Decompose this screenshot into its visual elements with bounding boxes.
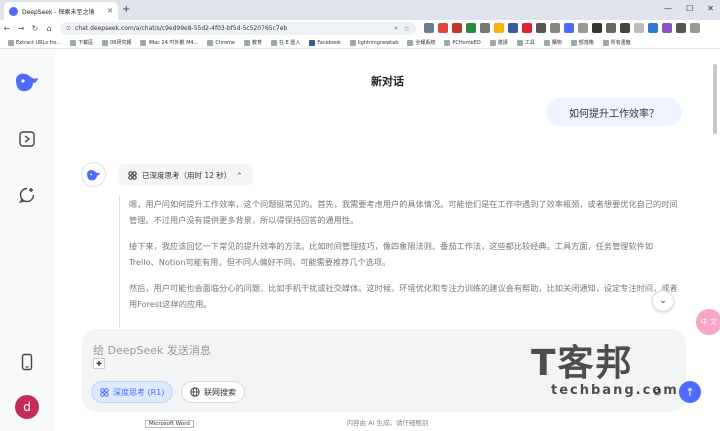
avatar[interactable]: d xyxy=(15,395,39,419)
thinking-paragraph: 接下来，我应该回忆一下常见的提升效率的方法。比如时间管理技巧，像四象限法则、番茄… xyxy=(129,241,654,267)
thinking-content: 嗯，用户问如何提升工作效率，这个问题挺常见的。首先，我需要考虑用户的具体情况。可… xyxy=(119,196,679,328)
message-input[interactable]: 给 DeepSeek 发送消息 xyxy=(93,342,211,358)
bookmark[interactable]: iMac 24 吋外觀 M4... xyxy=(140,39,198,46)
bookmark[interactable]: 購物 xyxy=(543,39,562,46)
bookmarks-bar: Extract URLs fro... 下載區 06研究報 iMac 24 吋外… xyxy=(0,37,720,49)
extension-icon[interactable] xyxy=(648,23,658,33)
minimize-icon[interactable]: — xyxy=(664,4,672,13)
address-bar[interactable]: ⊙ chat.deepseek.com/a/chat/s/c9ed99e8-55… xyxy=(60,22,416,35)
deep-think-label: 深度思考 (R1) xyxy=(113,387,165,397)
extension-icon[interactable] xyxy=(438,23,448,33)
home-icon[interactable]: ⌂ xyxy=(42,24,56,33)
extension-icon[interactable] xyxy=(550,23,560,33)
extension-icon[interactable] xyxy=(452,23,462,33)
avatar-letter: d xyxy=(23,400,31,414)
deepseek-favicon-icon xyxy=(9,6,18,16)
extension-icon[interactable] xyxy=(578,23,588,33)
extension-icon[interactable] xyxy=(480,23,490,33)
scrollbar[interactable] xyxy=(713,64,717,134)
extension-icon[interactable] xyxy=(508,23,518,33)
bookmark[interactable]: Facebook xyxy=(309,39,341,46)
browser-tab[interactable]: DeepSeek - 探索未至之境 ✕ xyxy=(4,2,118,20)
mobile-app-icon[interactable] xyxy=(18,353,36,371)
site-info-icon[interactable]: ⊙ xyxy=(66,25,71,32)
extension-icon[interactable] xyxy=(606,23,616,33)
bookmark[interactable]: 部落格 xyxy=(570,39,594,46)
deep-think-icon xyxy=(100,387,109,397)
translate-extension-button[interactable]: 中 文 xyxy=(696,309,720,335)
close-window-icon[interactable]: ✕ xyxy=(707,4,714,13)
scroll-to-bottom-button[interactable]: ⌄ xyxy=(652,290,674,312)
bookmark[interactable]: PCHomeED xyxy=(444,39,481,46)
chevron-down-icon: ⌄ xyxy=(659,296,667,306)
thinking-label: 已深度思考（用时 12 秒） xyxy=(142,170,232,180)
techbang-watermark: T客邦 techbang.com xyxy=(531,345,707,417)
forward-icon[interactable]: → xyxy=(14,24,28,33)
globe-icon xyxy=(190,387,200,397)
bookmark-star-icon[interactable]: ☆ xyxy=(404,25,410,33)
translate-label: 中 文 xyxy=(700,318,718,326)
extension-icon[interactable] xyxy=(690,23,700,33)
chevron-up-icon: ⌃ xyxy=(236,170,243,180)
watermark-title: T客邦 xyxy=(531,343,634,384)
browser-toolbar: ← → ↻ ⌂ ⊙ chat.deepseek.com/a/chat/s/c9e… xyxy=(0,20,720,37)
bookmark[interactable]: lightningnewtab xyxy=(349,39,398,46)
close-tab-icon[interactable]: ✕ xyxy=(107,7,113,15)
thinking-toggle[interactable]: 已深度思考（用时 12 秒） ⌃ xyxy=(118,164,253,186)
watermark-site: techbang.com xyxy=(551,383,679,398)
add-icon[interactable]: ✚ xyxy=(93,358,105,369)
extension-icon[interactable] xyxy=(424,23,434,33)
deep-think-icon xyxy=(128,170,137,180)
bookmark[interactable]: 所有書籤 xyxy=(602,39,631,46)
search-page-icon[interactable]: ⌕ xyxy=(394,24,398,33)
deep-think-button[interactable]: 深度思考 (R1) xyxy=(91,381,174,403)
extension-icon[interactable] xyxy=(592,23,602,33)
bookmark[interactable]: 邀請 xyxy=(489,39,508,46)
extension-icon[interactable] xyxy=(634,23,644,33)
thinking-paragraph: 嗯，用户问如何提升工作效率，这个问题挺常见的。首先，我需要考虑用户的具体情况。可… xyxy=(129,199,678,225)
chat-history-icon[interactable] xyxy=(18,186,36,204)
bookmark[interactable]: 06研究報 xyxy=(102,39,131,46)
taskbar-tooltip: Microsoft Word xyxy=(145,420,194,428)
user-message-text: 如何提升工作效率？ xyxy=(569,108,659,120)
bookmark[interactable]: Extract URLs fro... xyxy=(8,39,61,46)
extension-icon[interactable] xyxy=(620,23,630,33)
browser-tab-bar: DeepSeek - 探索未至之境 ✕ + — ☐ ✕ xyxy=(0,0,720,20)
deepseek-whale-icon xyxy=(87,169,100,180)
sidebar: d xyxy=(0,50,55,431)
extension-icon[interactable] xyxy=(662,23,672,33)
page-title: 新对话 xyxy=(371,75,404,88)
extensions-area xyxy=(424,23,700,33)
bookmark[interactable]: 在 E 匯入 xyxy=(271,39,300,46)
web-search-button[interactable]: 联网搜索 xyxy=(181,381,245,403)
back-icon[interactable]: ← xyxy=(0,24,14,33)
bookmark[interactable]: 全報系統 xyxy=(407,39,435,46)
thinking-paragraph: 然后，用户可能也会面临分心的问题，比如手机干扰或社交媒体。这时候，环境优化和专注… xyxy=(129,283,678,309)
extension-icon[interactable] xyxy=(536,23,546,33)
deepseek-logo-icon[interactable] xyxy=(13,70,41,94)
web-search-label: 联网搜索 xyxy=(204,387,236,397)
reload-icon[interactable]: ↻ xyxy=(28,24,42,33)
new-tab-button[interactable]: + xyxy=(122,4,130,15)
extension-icon[interactable] xyxy=(564,23,574,33)
extension-icon[interactable] xyxy=(466,23,476,33)
maximize-icon[interactable]: ☐ xyxy=(686,4,693,13)
bookmark[interactable]: Chrome xyxy=(207,39,235,46)
extension-icon[interactable] xyxy=(522,23,532,33)
bookmark[interactable]: 工具 xyxy=(516,39,535,46)
window-controls: — ☐ ✕ xyxy=(664,4,714,13)
extension-icon[interactable] xyxy=(494,23,504,33)
tab-title: DeepSeek - 探索未至之境 xyxy=(22,8,95,16)
user-message-bubble: 如何提升工作效率？ xyxy=(546,98,682,126)
bookmark[interactable]: 下載區 xyxy=(70,39,93,46)
bookmark[interactable]: 教育 xyxy=(244,39,262,46)
assistant-avatar xyxy=(81,162,106,187)
new-chat-icon[interactable] xyxy=(18,130,36,148)
address-url: chat.deepseek.com/a/chat/s/c9ed99e8-55d2… xyxy=(75,25,288,32)
extension-icon[interactable] xyxy=(676,23,686,33)
